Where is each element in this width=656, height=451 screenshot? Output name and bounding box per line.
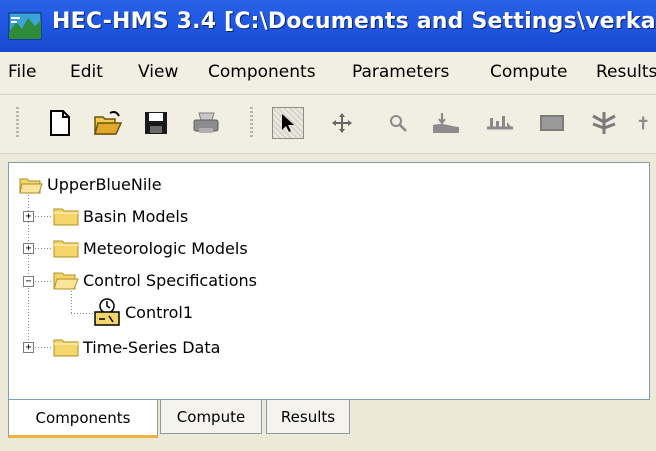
tree-node-control1[interactable]: Control1 [93, 297, 193, 327]
tree-connector [35, 248, 53, 249]
menu-bar: File Edit View Components Parameters Com… [0, 52, 656, 95]
tree-root-label: UpperBlueNile [47, 175, 162, 194]
toolbar-grip[interactable] [16, 107, 19, 139]
expand-toggle[interactable]: + [23, 211, 34, 222]
tree-node-control-specifications[interactable]: Control Specifications [53, 270, 257, 290]
expand-toggle[interactable]: + [23, 243, 34, 254]
reservoir-tool-button[interactable] [536, 107, 568, 139]
title-bar[interactable]: HEC-HMS 3.4 [C:\Documents and Settings\v… [0, 0, 656, 52]
new-file-icon [50, 110, 70, 136]
new-button[interactable] [44, 107, 76, 139]
hec-hms-app-icon[interactable] [8, 12, 42, 40]
component-tree[interactable]: UpperBlueNile + Basin Models + Meteorolo… [8, 162, 650, 400]
reach-creation-icon [487, 116, 513, 130]
zoom-tool-button[interactable] [382, 107, 414, 139]
tree-connector [35, 347, 53, 348]
menu-edit[interactable]: Edit [70, 62, 103, 82]
print-icon [193, 112, 219, 133]
diversion-tool-button[interactable] [636, 107, 656, 139]
toolbar [0, 95, 656, 154]
open-button[interactable] [92, 107, 124, 139]
tree-node-meteorologic-models[interactable]: Meteorologic Models [53, 238, 248, 258]
menu-parameters[interactable]: Parameters [352, 62, 449, 82]
tree-connector [71, 313, 93, 314]
control-timer-icon [94, 298, 120, 326]
tab-results[interactable]: Results [266, 400, 350, 434]
tab-compute[interactable]: Compute [160, 400, 262, 434]
tree-root-node[interactable]: UpperBlueNile [19, 175, 162, 194]
tree-node-time-series-data[interactable]: Time-Series Data [53, 337, 220, 357]
diversion-creation-icon [638, 116, 648, 130]
collapse-toggle[interactable]: − [23, 276, 34, 287]
subbasin-creation-icon [433, 113, 459, 133]
junction-tool-button[interactable] [588, 107, 620, 139]
tree-node-label: Time-Series Data [83, 337, 221, 357]
folder-icon [53, 240, 79, 258]
tree-connector [35, 216, 53, 217]
tree-connector [35, 281, 53, 282]
menu-file[interactable]: File [8, 62, 36, 82]
tree-node-label: Basin Models [83, 206, 189, 226]
tab-bar: Components Compute Results [8, 400, 650, 440]
reservoir-creation-icon [540, 115, 564, 131]
subbasin-tool-button[interactable] [430, 107, 462, 139]
tab-components[interactable]: Components [8, 400, 158, 438]
pan-move-icon [332, 113, 352, 133]
menu-results[interactable]: Results [596, 62, 656, 82]
folder-open-icon [53, 272, 79, 290]
junction-creation-icon [592, 112, 616, 134]
menu-components[interactable]: Components [208, 62, 316, 82]
select-tool-button[interactable] [272, 107, 304, 139]
folder-icon [53, 339, 79, 357]
select-arrow-icon [282, 114, 294, 132]
tree-node-label: Control Specifications [83, 270, 257, 290]
tree-node-basin-models[interactable]: Basin Models [53, 206, 188, 226]
pan-tool-button[interactable] [326, 107, 358, 139]
save-button[interactable] [140, 107, 172, 139]
menu-view[interactable]: View [138, 62, 178, 82]
folder-open-icon [19, 178, 43, 193]
reach-tool-button[interactable] [484, 107, 516, 139]
open-folder-icon [94, 111, 122, 135]
tree-node-label: Control1 [125, 302, 194, 322]
zoom-icon [390, 115, 407, 132]
save-icon [145, 112, 167, 134]
toolbar-separator [250, 107, 253, 139]
tree-connector [71, 291, 72, 313]
menu-compute[interactable]: Compute [490, 62, 568, 82]
window-title: HEC-HMS 3.4 [C:\Documents and Settings\v… [52, 9, 656, 34]
print-button[interactable] [190, 107, 222, 139]
folder-icon [53, 208, 79, 226]
expand-toggle[interactable]: + [23, 342, 34, 353]
tree-node-label: Meteorologic Models [83, 238, 248, 258]
